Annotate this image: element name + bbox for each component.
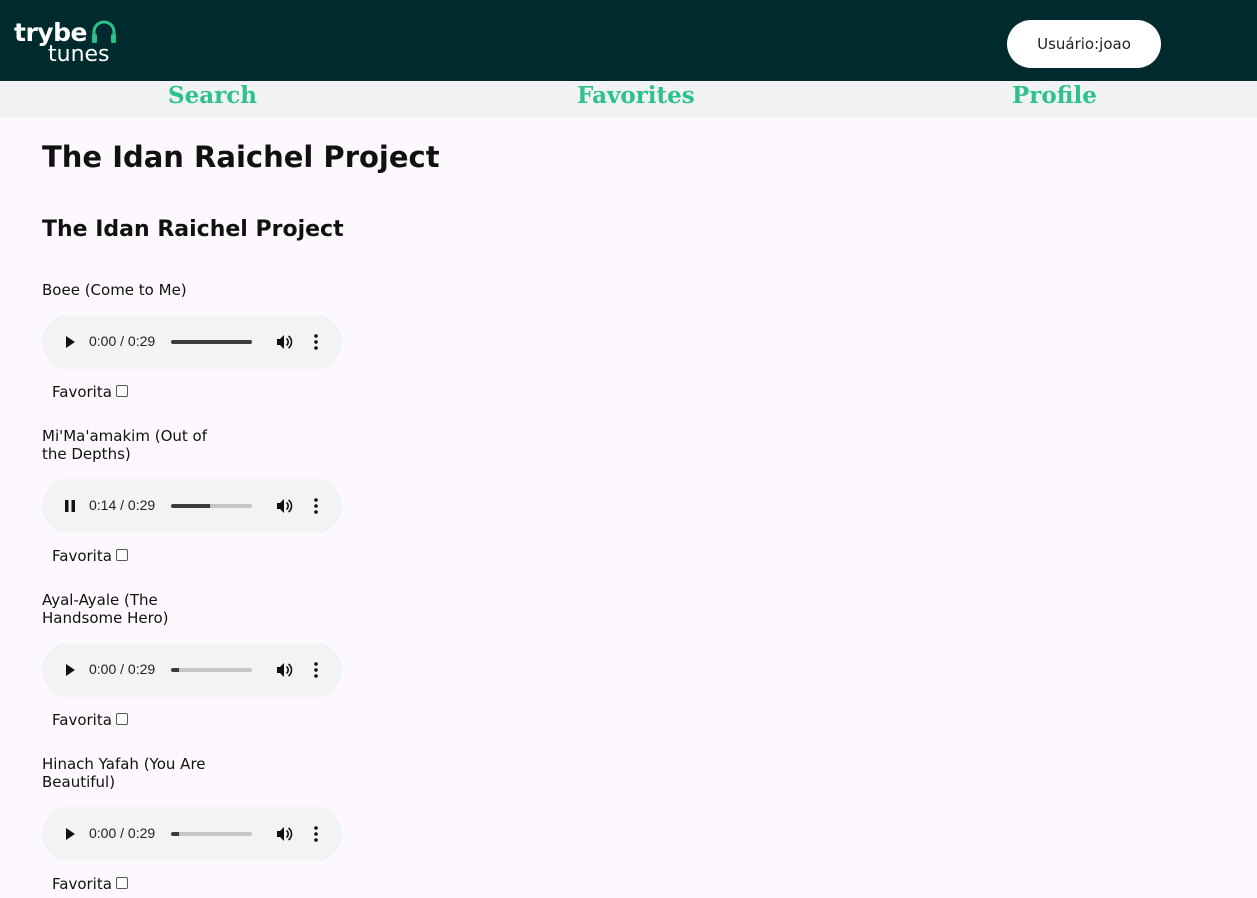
- time-display: 0:14 / 0:29: [89, 497, 156, 513]
- artist-name: The Idan Raichel Project: [42, 140, 440, 174]
- track-name: Mi'Ma'amakim (Out of the Depths): [42, 427, 207, 463]
- pause-icon[interactable]: [62, 498, 78, 514]
- top-header: trybe tunes Usuário:joao: [0, 0, 1257, 81]
- seek-slider[interactable]: [171, 504, 252, 508]
- user-badge: Usuário:joao: [1007, 20, 1161, 68]
- audio-player[interactable]: 0:14 / 0:29: [42, 479, 342, 533]
- favorite-label: Favorita: [52, 547, 112, 565]
- favorite-toggle[interactable]: Favorita: [52, 875, 128, 893]
- time-display: 0:00 / 0:29: [89, 333, 156, 349]
- logo-word-tunes: tunes: [48, 42, 110, 67]
- favorite-checkbox[interactable]: [115, 713, 128, 725]
- favorite-checkbox[interactable]: [115, 385, 128, 397]
- play-icon[interactable]: [62, 826, 78, 842]
- favorite-label: Favorita: [52, 875, 112, 893]
- track-name: Ayal-Ayale (The Handsome Hero): [42, 591, 169, 627]
- main-nav: Search Favorites Profile: [0, 81, 1257, 117]
- favorite-toggle[interactable]: Favorita: [52, 383, 128, 401]
- track-item: Mi'Ma'amakim (Out of the Depths) 0:14 / …: [42, 427, 362, 565]
- volume-icon[interactable]: [275, 333, 293, 351]
- track-name: Boee (Come to Me): [42, 281, 187, 299]
- more-options-icon[interactable]: [310, 333, 322, 351]
- time-display: 0:00 / 0:29: [89, 661, 156, 677]
- play-icon[interactable]: [62, 334, 78, 350]
- audio-player[interactable]: 0:00 / 0:29: [42, 643, 342, 697]
- nav-link-favorites[interactable]: Favorites: [577, 81, 695, 111]
- headphones-icon: [92, 20, 116, 43]
- volume-icon[interactable]: [275, 825, 293, 843]
- seek-slider[interactable]: [171, 340, 252, 344]
- user-label: Usuário:joao: [1037, 35, 1131, 53]
- favorite-label: Favorita: [52, 711, 112, 729]
- track-item: Hinach Yafah (You Are Beautiful) 0:00 / …: [42, 755, 362, 893]
- more-options-icon[interactable]: [310, 497, 322, 515]
- track-item: Boee (Come to Me) 0:00 / 0:29 Favorita: [42, 281, 362, 401]
- album-name: The Idan Raichel Project: [42, 217, 344, 242]
- nav-link-search[interactable]: Search: [168, 81, 257, 111]
- track-name: Hinach Yafah (You Are Beautiful): [42, 755, 206, 791]
- favorite-label: Favorita: [52, 383, 112, 401]
- more-options-icon[interactable]: [310, 825, 322, 843]
- nav-link-profile[interactable]: Profile: [1012, 81, 1097, 111]
- favorite-checkbox[interactable]: [115, 877, 128, 889]
- time-display: 0:00 / 0:29: [89, 825, 156, 841]
- trybe-tunes-logo: trybe tunes: [14, 18, 124, 68]
- track-item: Ayal-Ayale (The Handsome Hero) 0:00 / 0:…: [42, 591, 362, 729]
- volume-icon[interactable]: [275, 497, 293, 515]
- favorite-toggle[interactable]: Favorita: [52, 711, 128, 729]
- audio-player[interactable]: 0:00 / 0:29: [42, 315, 342, 369]
- audio-player[interactable]: 0:00 / 0:29: [42, 807, 342, 861]
- more-options-icon[interactable]: [310, 661, 322, 679]
- seek-slider[interactable]: [171, 832, 252, 836]
- play-icon[interactable]: [62, 662, 78, 678]
- favorite-checkbox[interactable]: [115, 549, 128, 561]
- seek-slider[interactable]: [171, 668, 252, 672]
- favorite-toggle[interactable]: Favorita: [52, 547, 128, 565]
- volume-icon[interactable]: [275, 661, 293, 679]
